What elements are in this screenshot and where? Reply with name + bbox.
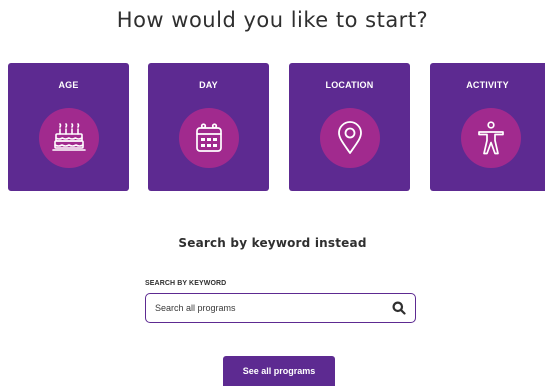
start-options: AGE DAY LOCATION ACTIVITY <box>0 63 545 191</box>
location-card-label: LOCATION <box>325 80 374 90</box>
search-icon <box>392 301 406 315</box>
day-card-label: DAY <box>199 80 218 90</box>
activity-icon-circle <box>460 108 521 168</box>
calendar-icon <box>195 123 222 152</box>
search-box <box>145 293 416 323</box>
age-card[interactable]: AGE <box>8 63 129 191</box>
see-all-programs-button[interactable]: See all programs <box>223 356 335 386</box>
day-card[interactable]: DAY <box>148 63 269 191</box>
activity-card[interactable]: ACTIVITY <box>430 63 545 191</box>
location-icon-circle <box>319 108 380 168</box>
birthday-cake-icon <box>51 123 86 151</box>
day-icon-circle <box>178 108 239 168</box>
search-button[interactable] <box>391 300 407 316</box>
location-card[interactable]: LOCATION <box>289 63 410 191</box>
person-activity-icon <box>477 121 504 155</box>
search-field-label: SEARCH BY KEYWORD <box>145 280 227 287</box>
keyword-section-title: Search by keyword instead <box>178 236 367 250</box>
age-icon-circle <box>38 108 99 168</box>
age-card-label: AGE <box>58 80 79 90</box>
search-input[interactable] <box>146 294 386 322</box>
page-title: How would you like to start? <box>116 8 429 32</box>
activity-card-label: ACTIVITY <box>466 80 509 90</box>
map-pin-icon <box>337 121 362 154</box>
